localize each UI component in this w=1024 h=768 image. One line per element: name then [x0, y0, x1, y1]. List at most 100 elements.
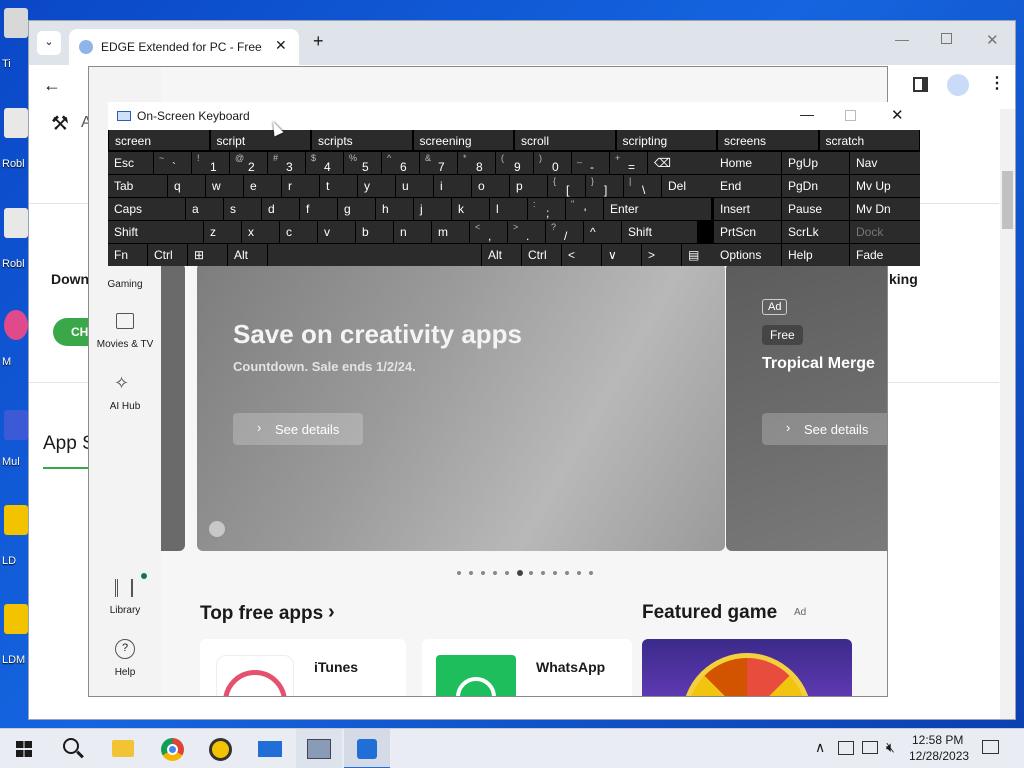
osk-key[interactable]: z	[204, 221, 241, 243]
search-button[interactable]	[50, 729, 96, 768]
osk-nav-key[interactable]: Insert	[714, 198, 781, 220]
sidebar-item-movies[interactable]: Movies & TV	[89, 313, 161, 353]
osk-key[interactable]: " '	[566, 198, 603, 220]
osk-nav-key[interactable]: PrtScn	[714, 221, 781, 243]
osk-key[interactable]: Esc	[108, 152, 153, 174]
osk-key[interactable]	[268, 244, 481, 266]
featured-game-card[interactable]	[642, 639, 852, 696]
osk-key[interactable]: Shift	[622, 221, 697, 243]
osk-suggestion[interactable]: script	[210, 130, 310, 150]
osk-key[interactable]: $4	[306, 152, 343, 174]
sidebar-toggle-icon[interactable]	[913, 77, 928, 92]
osk-suggestion[interactable]: screen	[109, 130, 209, 150]
osk-nav-key[interactable]: Help	[782, 244, 849, 266]
osk-suggestion[interactable]: screening	[413, 130, 513, 150]
sidebar-item-library[interactable]: Library	[89, 573, 161, 621]
osk-nav-key[interactable]: Fade	[850, 244, 920, 266]
osk-key[interactable]: Alt	[228, 244, 267, 266]
chevron-right-icon[interactable]: ›	[328, 601, 335, 624]
osk-key[interactable]: >	[642, 244, 681, 266]
start-button[interactable]	[2, 729, 48, 768]
app-button[interactable]	[296, 729, 342, 768]
osk-key[interactable]: l	[490, 198, 527, 220]
osk-key[interactable]: * 8	[458, 152, 495, 174]
desktop-icon-roblox-2[interactable]: Robl	[0, 208, 30, 270]
browser-tab[interactable]: EDGE Extended for PC - Free D ✕	[69, 29, 299, 65]
store-taskbar-button[interactable]	[344, 729, 390, 768]
carousel-dot[interactable]	[553, 571, 557, 575]
network-icon[interactable]	[862, 741, 878, 754]
osk-key[interactable]: a	[186, 198, 223, 220]
back-arrow-icon[interactable]: ←	[43, 75, 61, 96]
osk-key[interactable]: c	[280, 221, 317, 243]
desktop-icon-m[interactable]: M	[0, 310, 30, 368]
osk-key[interactable]: }]	[586, 175, 623, 197]
hero-see-details-button[interactable]: › See details	[233, 413, 363, 445]
osk-key[interactable]: ~ `	[154, 152, 191, 174]
osk-nav-key[interactable]: PgDn	[782, 175, 849, 197]
osk-key[interactable]: ) 0	[534, 152, 571, 174]
osk-key[interactable]: @2	[230, 152, 267, 174]
osk-key[interactable]: ^	[584, 221, 621, 243]
osk-nav-key[interactable]: Mv Dn	[850, 198, 920, 220]
carousel-dot[interactable]	[577, 571, 581, 575]
osk-key[interactable]: x	[242, 221, 279, 243]
osk-key[interactable]: ? /	[546, 221, 583, 243]
osk-key[interactable]: % 5	[344, 152, 381, 174]
osk-key[interactable]: Fn	[108, 244, 147, 266]
clock-time[interactable]: 12:58 PM	[912, 733, 963, 747]
osk-key[interactable]: m	[432, 221, 469, 243]
osk-key[interactable]: i	[434, 175, 471, 197]
osk-key[interactable]: Shift	[108, 221, 203, 243]
osk-key[interactable]: :;	[528, 198, 565, 220]
osk-nav-key[interactable]: End	[714, 175, 781, 197]
mail-button[interactable]	[248, 729, 294, 768]
osk-nav-key[interactable]: Dock	[850, 221, 920, 243]
osk-key[interactable]: d	[262, 198, 299, 220]
osk-key[interactable]: t	[320, 175, 357, 197]
side-card-see-details-button[interactable]: › See details	[762, 413, 887, 445]
desktop-icon-ldm[interactable]: LDM	[0, 604, 30, 666]
sidebar-item-gaming[interactable]: Gaming	[89, 265, 161, 295]
osk-nav-key[interactable]: Options	[714, 244, 781, 266]
osk-suggestion[interactable]: scroll	[515, 130, 615, 150]
carousel-dot[interactable]	[505, 571, 509, 575]
desktop-icon-multi[interactable]: Mul	[0, 410, 30, 468]
desktop-icon-1[interactable]: Ti	[0, 8, 30, 70]
browser-scrollbar[interactable]	[1000, 109, 1015, 719]
osk-key[interactable]: v	[318, 221, 355, 243]
desktop-icon-roblox-1[interactable]: Robl	[0, 108, 30, 170]
new-tab-button[interactable]: +	[313, 31, 324, 52]
carousel-dot[interactable]	[529, 571, 533, 575]
osk-key[interactable]: f	[300, 198, 337, 220]
osk-nav-key[interactable]: PgUp	[782, 152, 849, 174]
carousel-dot[interactable]	[541, 571, 545, 575]
osk-suggestion[interactable]: scripts	[312, 130, 412, 150]
osk-key[interactable]: h	[376, 198, 413, 220]
scrollbar-thumb[interactable]	[1002, 171, 1013, 229]
osk-nav-key[interactable]: ScrLk	[782, 221, 849, 243]
osk-suggestion[interactable]: scripting	[616, 130, 716, 150]
carousel-dot[interactable]	[469, 571, 473, 575]
osk-key[interactable]: s	[224, 198, 261, 220]
carousel-dot[interactable]	[565, 571, 569, 575]
osk-key[interactable]: <,	[470, 221, 507, 243]
osk-key[interactable]: u	[396, 175, 433, 197]
desktop-icon-ld[interactable]: LD	[0, 505, 30, 567]
tab-list-button[interactable]: ⌄	[37, 31, 61, 55]
menu-dots-icon[interactable]: ⋮	[989, 73, 1005, 93]
app-card-itunes[interactable]: iTunes	[200, 639, 406, 696]
sidebar-item-help[interactable]: ? Help	[89, 639, 161, 683]
osk-key[interactable]: <	[562, 244, 601, 266]
carousel-dots[interactable]	[457, 570, 597, 578]
osk-key[interactable]: #3	[268, 152, 305, 174]
osk-key[interactable]: w	[206, 175, 243, 197]
osk-nav-key[interactable]: Nav	[850, 152, 920, 174]
chrome-button[interactable]	[150, 729, 196, 768]
osk-nav-key[interactable]: Pause	[782, 198, 849, 220]
carousel-dot[interactable]	[457, 571, 461, 575]
carousel-dot[interactable]	[517, 570, 523, 576]
security-icon[interactable]	[838, 741, 854, 755]
hero-banner[interactable]: Save on creativity apps Countdown. Sale …	[197, 263, 725, 551]
osk-key[interactable]: {[	[548, 175, 585, 197]
